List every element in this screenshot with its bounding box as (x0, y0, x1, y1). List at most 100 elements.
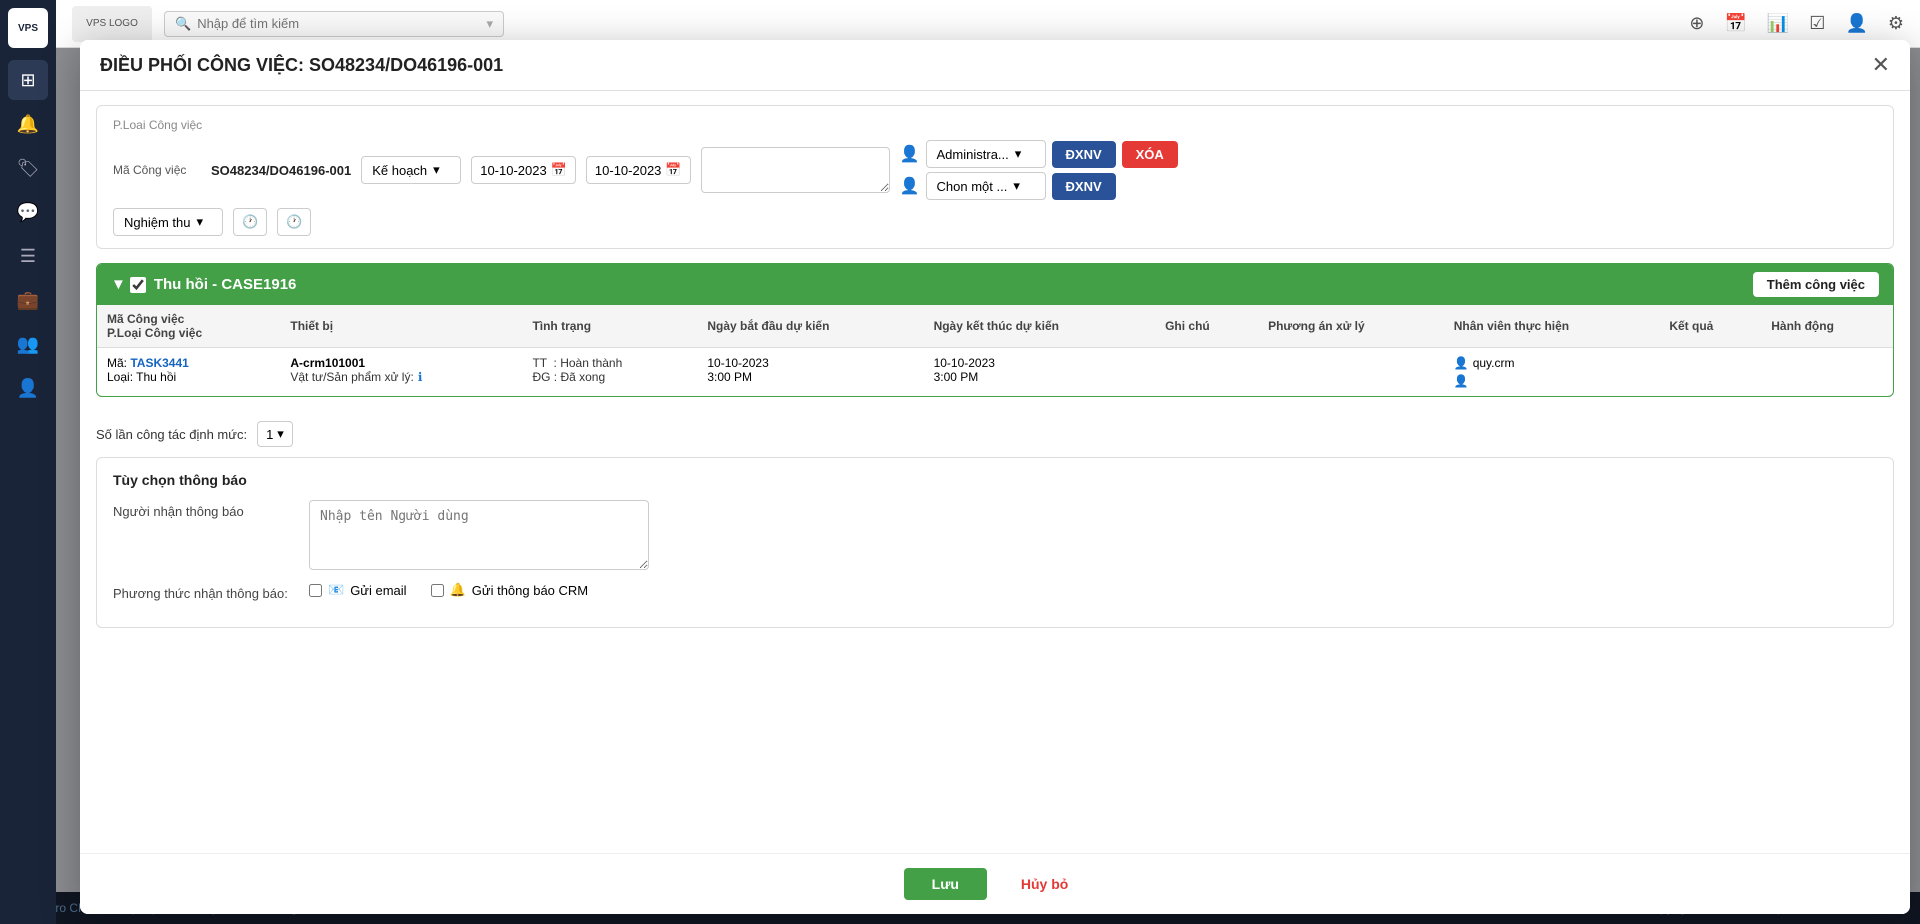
ke-hoach-select[interactable]: Kế hoạch ▾ (361, 156, 461, 184)
btn-dxnv-1[interactable]: ĐXNV (1052, 141, 1116, 168)
chevron-down-icon: ▾ (1013, 178, 1020, 194)
check-icon[interactable]: ☑ (1809, 13, 1825, 34)
topbar-icons: ⊕ 📅 📊 ☑ 👤 ⚙ (1689, 13, 1904, 34)
modal-dialog: ĐIỀU PHỐI CÔNG VIỆC: SO48234/DO46196-001… (80, 40, 1910, 914)
nguoi-nhan-label: Người nhận thông báo (113, 500, 293, 519)
chon-mot-select[interactable]: Chon một ... ▾ (926, 172, 1046, 200)
phuong-thuc-row: Phương thức nhận thông báo: 📧 Gửi email … (113, 582, 1877, 601)
sidebar: VPS ⊞ 🔔 🏷 💬 ☰ 💼 👥 👤 (0, 0, 56, 924)
gui-crm-checkbox[interactable] (431, 584, 444, 597)
gui-email-option[interactable]: 📧 Gửi email (309, 582, 407, 598)
dinh-muc-select[interactable]: 1 ▾ (257, 421, 293, 447)
user-icon[interactable]: 👤 (1845, 13, 1867, 34)
admin-select[interactable]: Administra... ▾ (926, 140, 1046, 168)
notes-textarea[interactable] (701, 147, 890, 193)
task-link[interactable]: TASK3441 (130, 356, 188, 370)
sidebar-logo: VPS (8, 8, 48, 48)
thong-bao-section: Tùy chọn thông báo Người nhận thông báo … (96, 457, 1894, 628)
btn-huy[interactable]: Hủy bỏ (1003, 868, 1086, 900)
search-input[interactable] (197, 16, 480, 31)
user-icon-1: 👤 (900, 144, 920, 164)
bell-icon: 🔔 (450, 582, 466, 598)
collapse-arrow-icon: ▼ (111, 276, 126, 293)
btn-luu[interactable]: Lưu (904, 868, 987, 900)
vat-tu: Vật tư/Sản phẩm xử lý: ℹ (290, 370, 512, 384)
gear-icon[interactable]: ⚙ (1888, 13, 1904, 34)
calendar-icon-2: 📅 (665, 162, 681, 178)
task-table: Mã Công việcP.Loại Công việc Thiết bị Tì… (97, 305, 1893, 396)
col-header-ma: Mã Công việcP.Loại Công việc (97, 305, 280, 348)
col-header-thiet-bi: Thiết bị (280, 305, 522, 348)
sidebar-item-person[interactable]: 👤 (8, 368, 48, 408)
time-field-1[interactable]: 🕐 (233, 208, 267, 236)
nghiem-thu-value: Nghiệm thu (124, 215, 190, 230)
calendar-icon-1: 📅 (551, 162, 567, 178)
gui-crm-option[interactable]: 🔔 Gửi thông báo CRM (431, 582, 589, 598)
sidebar-item-chat[interactable]: 💬 (8, 192, 48, 232)
calendar-icon[interactable]: 📅 (1724, 13, 1746, 34)
plus-icon[interactable]: ⊕ (1689, 13, 1704, 34)
green-section-title: Thu hồi - CASE1916 (154, 276, 297, 293)
dinh-muc-row: Số lần công tác định mức: 1 ▾ (80, 411, 1910, 457)
thong-bao-title: Tùy chọn thông báo (113, 472, 1877, 488)
ket-thuc-gio: 3:00 PM (934, 370, 1146, 384)
modal-body: P.Loai Công việc Mã Công việc SO48234/DO… (80, 91, 1910, 853)
modal-header: ĐIỀU PHỐI CÔNG VIỆC: SO48234/DO46196-001… (80, 40, 1910, 91)
ket-thuc-ngay: 10-10-2023 (934, 356, 1146, 370)
chart-icon[interactable]: 📊 (1767, 13, 1789, 34)
modal-title: ĐIỀU PHỐI CÔNG VIỆC: SO48234/DO46196-001 (100, 55, 503, 76)
user-admin-group: 👤 Administra... ▾ ĐXNV XÓA 👤 Chon một ..… (900, 140, 1178, 200)
dinh-muc-value: 1 (266, 427, 273, 442)
sidebar-item-tag[interactable]: 🏷 (8, 148, 48, 188)
chevron-down-icon: ▾ (1015, 146, 1022, 162)
gui-email-checkbox[interactable] (309, 584, 322, 597)
btn-them-cong-viec[interactable]: Thêm công việc (1753, 272, 1879, 297)
topbar-logo: VPS LOGO (72, 6, 152, 42)
cell-phuong-an (1258, 348, 1444, 397)
cell-ma: Mã: TASK3441 Loại: Thu hồi (97, 348, 280, 397)
modal-footer: Lưu Hủy bỏ (80, 853, 1910, 914)
status-tt: TT : Hoàn thành (532, 356, 687, 370)
section-checkbox[interactable] (130, 277, 146, 293)
form-row-second: Nghiệm thu ▾ 🕐 🕐 (113, 208, 1877, 236)
sidebar-item-list[interactable]: ☰ (8, 236, 48, 276)
nguoi-nhan-input[interactable] (309, 500, 649, 570)
date-field-2[interactable]: 10-10-2023 📅 (586, 156, 691, 184)
chevron-down-icon: ▾ (486, 16, 493, 32)
bat-dau-ngay: 10-10-2023 (707, 356, 913, 370)
ke-hoach-value: Kế hoạch (372, 163, 427, 178)
cell-ket-qua (1659, 348, 1761, 397)
date-value-1: 10-10-2023 (480, 163, 547, 178)
ma-cong-viec-value: SO48234/DO46196-001 (211, 163, 351, 178)
sidebar-item-users[interactable]: 👥 (8, 324, 48, 364)
btn-dxnv-2[interactable]: ĐXNV (1052, 173, 1116, 200)
chevron-down-icon: ▾ (433, 162, 440, 178)
nhan-vien-extra-icon: 👤 (1454, 374, 1469, 388)
time-field-2[interactable]: 🕐 (277, 208, 311, 236)
sidebar-item-briefcase[interactable]: 💼 (8, 280, 48, 320)
nghiem-thu-select[interactable]: Nghiệm thu ▾ (113, 208, 223, 236)
sidebar-item-home[interactable]: ⊞ (8, 60, 48, 100)
topbar-search[interactable]: 🔍 ▾ (164, 11, 504, 37)
email-icon: 📧 (328, 582, 344, 598)
table-row: Mã: TASK3441 Loại: Thu hồi A-crm101001 V… (97, 348, 1893, 397)
col-header-ket-qua: Kết quả (1659, 305, 1761, 348)
btn-xoa[interactable]: XÓA (1122, 141, 1178, 168)
sidebar-item-bell[interactable]: 🔔 (8, 104, 48, 144)
phan-loai-section: P.Loai Công việc Mã Công việc SO48234/DO… (96, 105, 1894, 249)
phan-loai-label: P.Loai Công việc (113, 118, 1877, 132)
date-field-1[interactable]: 10-10-2023 📅 (471, 156, 576, 184)
clock-icon-2: 🕐 (286, 214, 302, 230)
clock-icon-1: 🕐 (242, 214, 258, 230)
cell-ket-thuc: 10-10-2023 3:00 PM (924, 348, 1156, 397)
status-dg: ĐG : Đã xong (532, 370, 687, 384)
dinh-muc-label: Số lần công tác định mức: (96, 427, 247, 442)
thu-hoi-section: ▼ Thu hồi - CASE1916 Thêm công việc Mã C… (96, 263, 1894, 397)
task-loai: Thu hồi (136, 370, 176, 384)
search-icon: 🔍 (175, 16, 191, 32)
user-icon-2: 👤 (900, 176, 920, 196)
info-icon: ℹ (418, 370, 423, 384)
green-section-header: ▼ Thu hồi - CASE1916 Thêm công việc (97, 264, 1893, 305)
modal-close-button[interactable]: ✕ (1872, 54, 1890, 76)
nguoi-nhan-row: Người nhận thông báo (113, 500, 1877, 570)
